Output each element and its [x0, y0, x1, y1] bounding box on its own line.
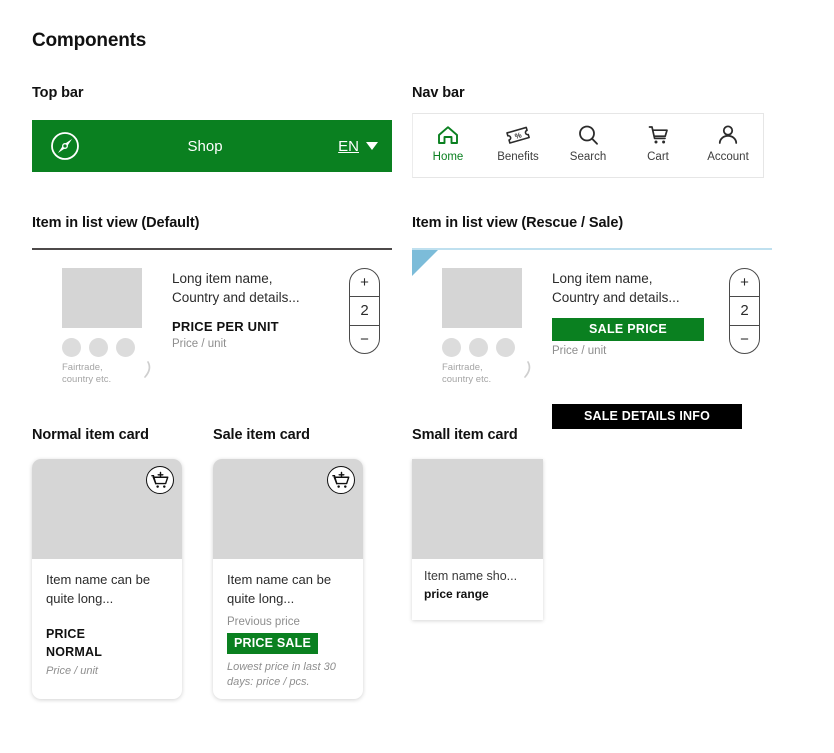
list-item-default: Fairtrade, country etc. Long item name, … — [32, 248, 392, 386]
card-body: Item name sho... price range — [412, 559, 543, 611]
nav-item-account[interactable]: Account — [693, 122, 763, 163]
card-body: Item name can be quite long... PRICE NOR… — [32, 559, 182, 687]
badge-dots — [442, 338, 542, 357]
chevron-down-icon — [366, 142, 378, 150]
add-to-cart-icon[interactable] — [146, 466, 174, 494]
nav-item-cart-label: Cart — [647, 151, 669, 163]
stepper-increase-button[interactable]: + — [350, 269, 379, 298]
badges-caption-text: Fairtrade, country etc. — [442, 362, 492, 385]
section-title-list-sale: Item in list view (Rescue / Sale) — [412, 215, 624, 231]
section-title-small-card: Small item card — [412, 427, 518, 443]
nav-item-search-label: Search — [569, 151, 607, 163]
sale-corner-marker-icon — [412, 250, 438, 276]
stepper-value: 2 — [740, 302, 749, 320]
nav-item-benefits[interactable]: % Benefits — [483, 122, 553, 163]
thumbnail-column: Fairtrade, country etc. — [62, 268, 162, 386]
nav-item-cart[interactable]: Cart — [623, 122, 693, 163]
badge-dot — [62, 338, 81, 357]
language-selector[interactable]: EN — [338, 138, 378, 155]
stepper-increase-button[interactable]: + — [730, 269, 759, 298]
sale-item-card[interactable]: Item name can be quite long... Previous … — [213, 459, 363, 699]
card-price: price range — [424, 587, 489, 601]
nav-item-account-label: Account — [707, 151, 749, 163]
badge-dot — [116, 338, 135, 357]
card-sale-price-chip: PRICE SALE — [227, 632, 319, 654]
top-bar: Shop EN — [32, 120, 392, 172]
swoosh-icon — [524, 361, 531, 378]
nav-bar: Home % Benefits Search Cart Account — [412, 113, 764, 178]
swoosh-icon — [144, 361, 151, 378]
card-price-unit: Price / unit — [46, 665, 98, 678]
badges-caption-text: Fairtrade, country etc. — [62, 362, 112, 385]
add-to-cart-icon[interactable] — [327, 466, 355, 494]
section-title-nav-bar: Nav bar — [412, 85, 465, 101]
nav-item-home-label: Home — [432, 151, 464, 163]
stepper-value: 2 — [360, 302, 369, 320]
item-image-placeholder — [62, 268, 142, 328]
badge-dots — [62, 338, 162, 357]
components-page: Components Top bar Shop EN Nav bar Home — [0, 0, 834, 753]
badge-dot — [442, 338, 461, 357]
card-item-name: Item name can be quite long... — [46, 572, 151, 606]
card-item-name: Item name can be quite long... — [227, 572, 332, 606]
card-lowest-price-note: Lowest price in last 30 days: price / pc… — [227, 660, 336, 688]
badge-dot — [89, 338, 108, 357]
page-title: Components — [32, 30, 147, 51]
card-image-placeholder — [32, 459, 182, 559]
card-price: PRICE NORMAL — [46, 626, 103, 660]
card-previous-price: Previous price — [227, 615, 300, 628]
shop-label: Shop — [187, 137, 223, 155]
list-item-sale: Fairtrade, country etc. Long item name, … — [412, 248, 772, 429]
badges-caption: Fairtrade, country etc. — [62, 361, 162, 386]
section-title-sale-card: Sale item card — [213, 427, 310, 443]
thumbnail-column: Fairtrade, country etc. — [442, 268, 542, 386]
quantity-stepper[interactable]: + 2 − — [729, 268, 760, 354]
sale-price-banner: SALE PRICE — [552, 318, 704, 342]
normal-item-card[interactable]: Item name can be quite long... PRICE NOR… — [32, 459, 182, 699]
card-image-placeholder — [412, 459, 543, 559]
nav-item-benefits-label: Benefits — [497, 151, 539, 163]
quantity-stepper[interactable]: + 2 − — [349, 268, 380, 354]
cart-icon — [646, 122, 670, 148]
badge-dot — [496, 338, 515, 357]
card-item-name: Item name sho... — [424, 569, 518, 583]
stepper-decrease-button[interactable]: − — [350, 324, 379, 353]
person-icon — [716, 122, 740, 148]
section-title-normal-card: Normal item card — [32, 427, 149, 443]
svg-text:%: % — [514, 130, 523, 141]
small-item-card[interactable]: Item name sho... price range — [412, 459, 543, 620]
list-row[interactable]: Fairtrade, country etc. Long item name, … — [32, 250, 392, 386]
stepper-decrease-button[interactable]: − — [730, 324, 759, 353]
badge-dot — [469, 338, 488, 357]
ticket-percent-icon: % — [504, 122, 532, 148]
search-icon — [576, 122, 600, 148]
nav-item-search[interactable]: Search — [553, 122, 623, 163]
home-icon — [436, 122, 460, 148]
language-code: EN — [338, 137, 359, 155]
sale-details-info-bar[interactable]: SALE DETAILS INFO — [552, 403, 742, 429]
badges-caption: Fairtrade, country etc. — [442, 361, 542, 386]
list-row[interactable]: Fairtrade, country etc. Long item name, … — [412, 250, 772, 386]
card-body: Item name can be quite long... Previous … — [213, 559, 363, 699]
section-title-top-bar: Top bar — [32, 85, 84, 101]
section-title-list-default: Item in list view (Default) — [32, 215, 200, 231]
nav-item-home[interactable]: Home — [413, 122, 483, 163]
card-image-placeholder — [213, 459, 363, 559]
item-image-placeholder — [442, 268, 522, 328]
